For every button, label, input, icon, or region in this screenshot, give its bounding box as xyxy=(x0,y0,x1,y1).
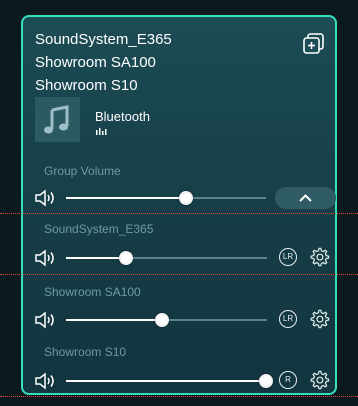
chevron-up-icon xyxy=(299,194,312,202)
group-speakers-button[interactable] xyxy=(300,30,328,58)
volume-icon[interactable] xyxy=(34,189,56,207)
channel-badge[interactable]: LR xyxy=(279,248,297,266)
slider-fill xyxy=(66,319,163,321)
speaker-title-1: SoundSystem_E365 xyxy=(35,31,172,48)
channel-badge[interactable]: LR xyxy=(279,310,297,328)
speaker-volume-slider-3[interactable] xyxy=(66,374,273,388)
channel-badge[interactable]: R xyxy=(279,371,297,389)
slider-fill xyxy=(66,257,127,259)
volume-icon[interactable] xyxy=(34,311,56,329)
gear-icon[interactable] xyxy=(308,369,330,391)
volume-icon[interactable] xyxy=(34,372,56,390)
collapse-button[interactable] xyxy=(275,187,336,209)
volume-icon[interactable] xyxy=(34,249,56,267)
speaker-name-1: SoundSystem_E365 xyxy=(44,222,154,236)
group-volume-slider[interactable] xyxy=(66,191,266,205)
album-art xyxy=(35,97,80,142)
group-speakers-icon xyxy=(303,33,324,54)
speaker-title-3: Showroom S10 xyxy=(35,77,138,94)
slider-thumb[interactable] xyxy=(259,374,273,388)
divider-marker xyxy=(0,213,358,214)
speaker-name-3: Showroom S10 xyxy=(44,345,127,359)
group-volume-label: Group Volume xyxy=(44,164,121,178)
equalizer-icon xyxy=(96,128,107,135)
gear-icon[interactable] xyxy=(308,246,330,268)
gear-icon[interactable] xyxy=(308,308,330,330)
source-label: Bluetooth xyxy=(95,109,150,124)
divider-marker xyxy=(0,274,358,275)
slider-thumb[interactable] xyxy=(155,313,170,327)
speaker-name-2: Showroom SA100 xyxy=(44,285,141,299)
speaker-title-2: Showroom SA100 xyxy=(35,54,156,71)
music-note-icon xyxy=(44,105,69,134)
speaker-volume-slider-1[interactable] xyxy=(66,251,267,265)
slider-thumb[interactable] xyxy=(119,251,134,265)
speaker-volume-slider-2[interactable] xyxy=(66,313,267,327)
speaker-group-panel: SoundSystem_E365 Showroom SA100 Showroom… xyxy=(21,15,337,395)
slider-thumb[interactable] xyxy=(179,191,193,205)
slider-fill xyxy=(66,380,266,382)
slider-fill xyxy=(66,197,186,199)
divider-marker xyxy=(0,396,358,397)
